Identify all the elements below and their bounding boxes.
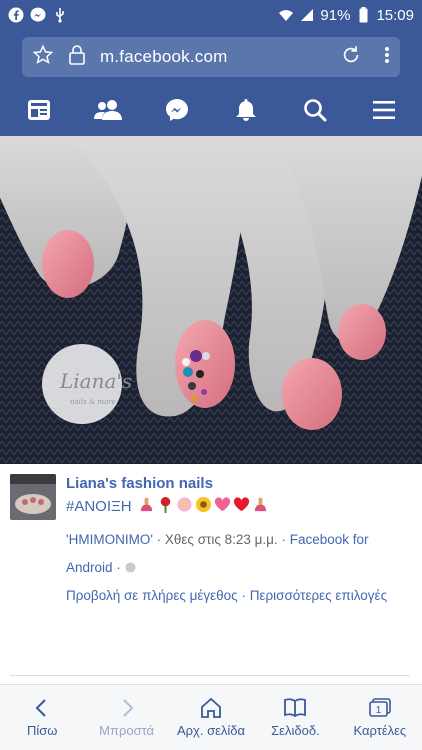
lock-icon — [68, 44, 86, 71]
status-bar: 91% 15:09 — [0, 0, 422, 30]
app-link-continued[interactable]: Android · — [66, 560, 125, 575]
page-name-link[interactable]: Liana's fashion nails — [66, 475, 213, 492]
home-label: Αρχ. σελίδα — [176, 723, 246, 738]
back-label: Πίσω — [26, 723, 58, 738]
battery-percentage: 91% — [320, 6, 351, 24]
usb-icon — [52, 7, 68, 23]
watermark-subtext: nails & more — [70, 398, 116, 406]
more-options-link[interactable]: Περισσότερες επιλογές — [250, 588, 387, 603]
address-bar[interactable]: m.facebook.com — [22, 37, 400, 77]
signal-icon — [299, 7, 315, 23]
post-photo[interactable]: Liana's nails & more — [0, 136, 422, 464]
nail-polish-emoji-icon — [138, 496, 155, 517]
post-caption: #ΑΝΟΙΞΗ — [66, 496, 269, 517]
facebook-notification-icon — [8, 7, 24, 23]
page-avatar[interactable] — [10, 474, 56, 520]
bookmarks-label: Σελιδοδ. — [271, 723, 320, 738]
reload-icon[interactable] — [340, 44, 362, 71]
forward-label: Μπροστά — [99, 723, 155, 738]
more-options-icon[interactable] — [384, 44, 390, 71]
bookmarks-button[interactable]: Σελιδοδ. — [253, 685, 337, 750]
home-button[interactable]: Αρχ. σελίδα — [169, 685, 253, 750]
url-text[interactable]: m.facebook.com — [100, 47, 228, 67]
wifi-icon — [278, 7, 294, 23]
privacy-globe-icon — [124, 560, 136, 575]
nail-photo-illustration: Liana's nails & more — [0, 136, 422, 464]
album-link[interactable]: 'ΗΜΙΜΟΝΙΜΟ' — [66, 532, 153, 547]
tabs-count: 1 — [376, 705, 382, 716]
app-link[interactable]: Facebook for — [290, 532, 369, 547]
battery-icon — [355, 7, 371, 23]
hashtag-link[interactable]: #ΑΝΟΙΞΗ — [66, 498, 132, 515]
watermark-text: Liana's — [59, 369, 132, 393]
clock-time: 15:09 — [376, 6, 414, 24]
search-icon[interactable] — [295, 90, 335, 130]
forward-button[interactable]: Μπροστά — [84, 685, 168, 750]
tabs-button[interactable]: 1 Καρτέλες — [338, 685, 422, 750]
notifications-bell-icon[interactable] — [226, 90, 266, 130]
forward-arrow-icon — [122, 699, 134, 717]
nail-polish-emoji-icon — [252, 496, 269, 517]
bookmarks-book-icon — [284, 698, 307, 718]
cherry-blossom-emoji-icon — [176, 496, 193, 517]
post-meta: 'ΗΜΙΜΟΝΙΜΟ' · Χθες στις 8:23 μ.μ. · Face… — [66, 526, 412, 582]
back-arrow-icon — [35, 699, 46, 717]
news-feed-icon[interactable] — [19, 90, 59, 130]
messenger-notification-icon — [30, 7, 46, 23]
home-icon — [201, 697, 221, 718]
friends-icon[interactable] — [88, 90, 128, 130]
back-button[interactable]: Πίσω — [0, 685, 84, 750]
red-heart-emoji-icon — [233, 496, 250, 517]
menu-hamburger-icon[interactable] — [364, 90, 404, 130]
heart-emoji-icon — [214, 496, 231, 517]
action-separator: · — [237, 588, 250, 603]
post-details: Liana's fashion nails #ΑΝΟΙΞΗ 'ΗΜΙΜΟΝΙΜΟ… — [0, 464, 422, 684]
post-actions: Προβολή σε πλήρες μέγεθος · Περισσότερες… — [66, 582, 412, 610]
facebook-nav-bar — [0, 84, 422, 136]
rose-emoji-icon — [157, 496, 174, 517]
sunflower-emoji-icon — [195, 496, 212, 517]
messenger-icon[interactable] — [157, 90, 197, 130]
divider — [10, 675, 410, 676]
post-timestamp: · Χθες στις 8:23 μ.μ. · — [152, 532, 290, 547]
tabs-icon: 1 — [369, 698, 391, 717]
view-full-size-link[interactable]: Προβολή σε πλήρες μέγεθος — [66, 588, 238, 603]
browser-toolbar: m.facebook.com — [0, 30, 422, 84]
browser-bottom-bar: Πίσω Μπροστά Αρχ. σελίδα Σελιδοδ. 1 Καρτ… — [0, 684, 422, 750]
bookmark-star-icon[interactable] — [32, 44, 54, 71]
tabs-label: Καρτέλες — [353, 723, 407, 738]
